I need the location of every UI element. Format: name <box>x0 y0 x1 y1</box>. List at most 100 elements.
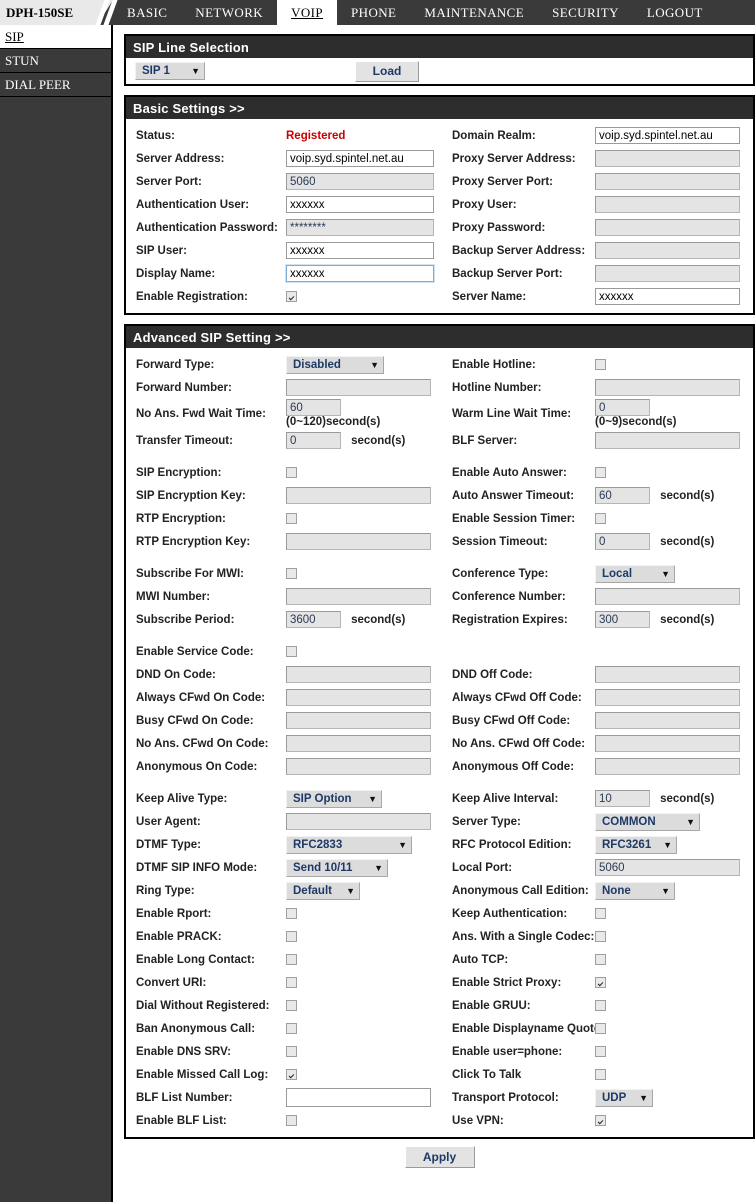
user-agent-input[interactable] <box>286 813 431 830</box>
backup-server-address-input[interactable] <box>595 242 740 259</box>
rfc-protocol-edition-select[interactable]: RFC3261 ▼ <box>595 835 677 854</box>
tab-maintenance[interactable]: MAINTENANCE <box>410 0 538 25</box>
tab-basic[interactable]: BASIC <box>113 0 181 25</box>
dnd-on-code-input[interactable] <box>286 666 431 683</box>
enable-strict-proxy-checkbox[interactable] <box>595 977 606 989</box>
sip-encryption-checkbox[interactable] <box>286 467 297 479</box>
enable-long-contact-checkbox[interactable] <box>286 954 297 966</box>
enable-gruu-checkbox[interactable] <box>595 1000 606 1012</box>
sidebar-item-sip[interactable]: SIP <box>0 25 111 49</box>
sip-line-select[interactable]: SIP 1 ▼ <box>135 62 205 80</box>
tab-phone[interactable]: PHONE <box>337 0 410 25</box>
keep-alive-interval-input[interactable] <box>595 790 650 807</box>
transfer-timeout-input[interactable] <box>286 432 341 449</box>
subscribe-for-mwi-checkbox[interactable] <box>286 568 297 580</box>
sidebar-item-stun[interactable]: STUN <box>0 49 111 73</box>
ban-anonymous-call-checkbox[interactable] <box>286 1023 297 1035</box>
enable-rport-checkbox[interactable] <box>286 908 297 920</box>
click-to-talk-checkbox[interactable] <box>595 1069 606 1081</box>
anonymous-off-code-input[interactable] <box>595 758 740 775</box>
server-address-input[interactable] <box>286 150 434 167</box>
always-cfwd-on-code-input[interactable] <box>286 689 431 706</box>
proxy-password-input[interactable] <box>595 219 740 236</box>
sidebar-item-dial-peer[interactable]: DIAL PEER <box>0 73 111 97</box>
tab-security[interactable]: SECURITY <box>538 0 633 25</box>
anonymous-call-edition-select[interactable]: None ▼ <box>595 881 675 900</box>
use-vpn-checkbox[interactable] <box>595 1115 606 1127</box>
busy-cfwd-off-code-input[interactable] <box>595 712 740 729</box>
no-ans-cfwd-off-code-input[interactable] <box>595 735 740 752</box>
enable-hotline-checkbox[interactable] <box>595 359 606 371</box>
subscribe-period-input[interactable] <box>286 611 341 628</box>
blf-list-number-input[interactable] <box>286 1088 431 1107</box>
authentication-password-input[interactable] <box>286 219 434 236</box>
authentication-user-input[interactable] <box>286 196 434 213</box>
local-port-label: Local Port: <box>452 861 513 874</box>
session-timeout-input[interactable] <box>595 533 650 550</box>
enable-service-code-checkbox[interactable] <box>286 646 297 658</box>
sip-user-input[interactable] <box>286 242 434 259</box>
keep-alive-type-select[interactable]: SIP Option ▼ <box>286 789 382 808</box>
blf-server-input[interactable] <box>595 432 740 449</box>
tab-voip[interactable]: VOIP <box>277 0 338 25</box>
keep-authentication-checkbox[interactable] <box>595 908 606 920</box>
dtmf-type-select[interactable]: RFC2833 ▼ <box>286 835 412 854</box>
always-cfwd-off-code-input[interactable] <box>595 689 740 706</box>
auto-answer-timeout-input[interactable] <box>595 487 650 504</box>
server-name-label: Server Name: <box>452 290 527 303</box>
proxy-user-input[interactable] <box>595 196 740 213</box>
server-name-input[interactable] <box>595 288 740 305</box>
busy-cfwd-on-code-input[interactable] <box>286 712 431 729</box>
conference-number-input[interactable] <box>595 588 740 605</box>
no-ans-cfwd-on-code-input[interactable] <box>286 735 431 752</box>
dtmf-sip-info-mode-select[interactable]: Send 10/11 ▼ <box>286 858 388 877</box>
enable-session-timer-checkbox[interactable] <box>595 513 606 525</box>
transport-protocol-select[interactable]: UDP ▼ <box>595 1088 653 1107</box>
enable-dns-srv-checkbox[interactable] <box>286 1046 297 1058</box>
no-ans-fwd-wait-time-input[interactable] <box>286 399 341 416</box>
display-name-input[interactable] <box>285 264 435 283</box>
server-port-input[interactable] <box>286 173 434 190</box>
local-port-input[interactable] <box>595 859 740 876</box>
enable-missed-call-log-checkbox[interactable] <box>286 1069 297 1081</box>
warm-line-wait-time-input[interactable] <box>595 399 650 416</box>
domain-realm-input[interactable] <box>595 127 740 144</box>
mwi-number-input[interactable] <box>286 588 431 605</box>
server-type-select[interactable]: COMMON ▼ <box>595 812 700 831</box>
enable-registration-label: Enable Registration: <box>136 290 248 303</box>
tab-network[interactable]: NETWORK <box>181 0 277 25</box>
anonymous-on-code-input[interactable] <box>286 758 431 775</box>
enable-blf-list-checkbox[interactable] <box>286 1115 297 1127</box>
enable-registration-checkbox[interactable] <box>286 291 297 303</box>
auto-tcp-checkbox[interactable] <box>595 954 606 966</box>
hotline-number-input[interactable] <box>595 379 740 396</box>
ring-type-select[interactable]: Default ▼ <box>286 881 360 900</box>
enable-blf-list-label: Enable BLF List: <box>136 1114 227 1127</box>
proxy-server-port-input[interactable] <box>595 173 740 190</box>
enable-user-phone-checkbox[interactable] <box>595 1046 606 1058</box>
forward-type-select[interactable]: Disabled ▼ <box>286 355 384 374</box>
dtmf-type-value: RFC2833 <box>293 838 343 851</box>
registration-expires-input[interactable] <box>595 611 650 628</box>
sip-line-selection-title: SIP Line Selection <box>126 36 753 58</box>
sip-encryption-key-input[interactable] <box>286 487 431 504</box>
enable-auto-answer-checkbox[interactable] <box>595 467 606 479</box>
dial-without-registered-checkbox[interactable] <box>286 1000 297 1012</box>
rtp-encryption-checkbox[interactable] <box>286 513 297 525</box>
conference-type-select[interactable]: Local ▼ <box>595 564 675 583</box>
enable-displayname-quote-checkbox[interactable] <box>595 1023 606 1035</box>
anonymous-call-edition-value: None <box>602 884 631 897</box>
dnd-off-code-input[interactable] <box>595 666 740 683</box>
convert-uri-checkbox[interactable] <box>286 977 297 989</box>
ans-with-single-codec-checkbox[interactable] <box>595 931 606 943</box>
load-button[interactable]: Load <box>355 60 419 82</box>
forward-number-input[interactable] <box>286 379 431 396</box>
enable-prack-checkbox[interactable] <box>286 931 297 943</box>
tab-logout[interactable]: LOGOUT <box>633 0 717 25</box>
backup-server-port-input[interactable] <box>595 265 740 282</box>
rtp-encryption-key-input[interactable] <box>286 533 431 550</box>
proxy-server-address-input[interactable] <box>595 150 740 167</box>
apply-button[interactable]: Apply <box>404 1146 475 1168</box>
enable-auto-answer-label: Enable Auto Answer: <box>452 466 567 479</box>
transport-protocol-value: UDP <box>602 1091 627 1104</box>
